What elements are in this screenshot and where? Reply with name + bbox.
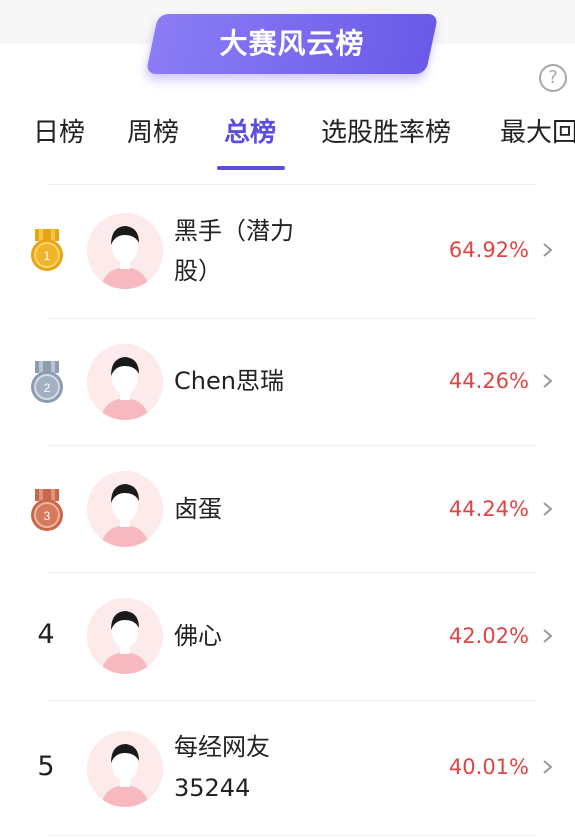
- help-icon[interactable]: ?: [539, 64, 567, 92]
- chevron-right-icon: [543, 243, 553, 257]
- tab-daily[interactable]: 日榜: [33, 108, 85, 158]
- return-percent: 64.92%: [448, 238, 529, 262]
- bronze-medal-icon: 3: [31, 489, 63, 531]
- avatar: [87, 344, 163, 420]
- page-title: 大赛风云榜: [219, 27, 365, 60]
- user-name-line1: 每经网友: [174, 733, 270, 761]
- leaderboard-page: 大赛风云榜 ? 日榜 周榜 总榜 选股胜率榜 最大回 1 黑手（潜力 股） 64…: [0, 0, 575, 837]
- return-percent: 40.01%: [448, 755, 529, 779]
- ranking-row-1[interactable]: 1 黑手（潜力 股） 64.92%: [0, 185, 575, 318]
- user-name-line1: 黑手（潜力: [174, 217, 294, 245]
- chevron-right-icon: [543, 502, 553, 516]
- tab-max-drawdown[interactable]: 最大回: [500, 108, 575, 158]
- avatar: [87, 731, 163, 807]
- gold-medal-icon: 1: [31, 229, 63, 271]
- rank-number: 5: [37, 751, 55, 782]
- avatar: [87, 213, 163, 289]
- avatar: [87, 598, 163, 674]
- rank-number: 4: [37, 619, 55, 650]
- user-name: Chen思瑞: [174, 367, 284, 395]
- ranking-row-2[interactable]: 2 Chen思瑞 44.26%: [0, 319, 575, 445]
- medal-rank-label: 2: [44, 381, 51, 395]
- return-percent: 44.26%: [448, 369, 529, 393]
- return-percent: 44.24%: [448, 497, 529, 521]
- tab-overall[interactable]: 总榜: [224, 108, 276, 158]
- chevron-right-icon: [543, 629, 553, 643]
- return-percent: 42.02%: [448, 624, 529, 648]
- silver-medal-icon: 2: [31, 361, 63, 403]
- tab-weekly[interactable]: 周榜: [127, 108, 179, 158]
- active-tab-indicator: [217, 166, 285, 170]
- avatar: [87, 471, 163, 547]
- ranking-row-5[interactable]: 5 每经网友 35244 40.01%: [0, 701, 575, 835]
- medal-rank-label: 1: [44, 249, 51, 263]
- ranking-row-3[interactable]: 3 卤蛋 44.24%: [0, 446, 575, 572]
- tab-stock-win-rate[interactable]: 选股胜率榜: [321, 108, 451, 158]
- user-name: 卤蛋: [174, 495, 222, 523]
- medal-rank-label: 3: [44, 509, 51, 523]
- ranking-row-4[interactable]: 4 佛心 42.02%: [0, 573, 575, 700]
- user-name-line2: 35244: [174, 774, 251, 802]
- user-name-line2: 股）: [174, 257, 222, 285]
- divider: [48, 835, 536, 836]
- user-name: 佛心: [174, 622, 222, 650]
- tab-bar: 日榜 周榜 总榜 选股胜率榜 最大回: [0, 108, 575, 168]
- chevron-right-icon: [543, 374, 553, 388]
- chevron-right-icon: [543, 760, 553, 774]
